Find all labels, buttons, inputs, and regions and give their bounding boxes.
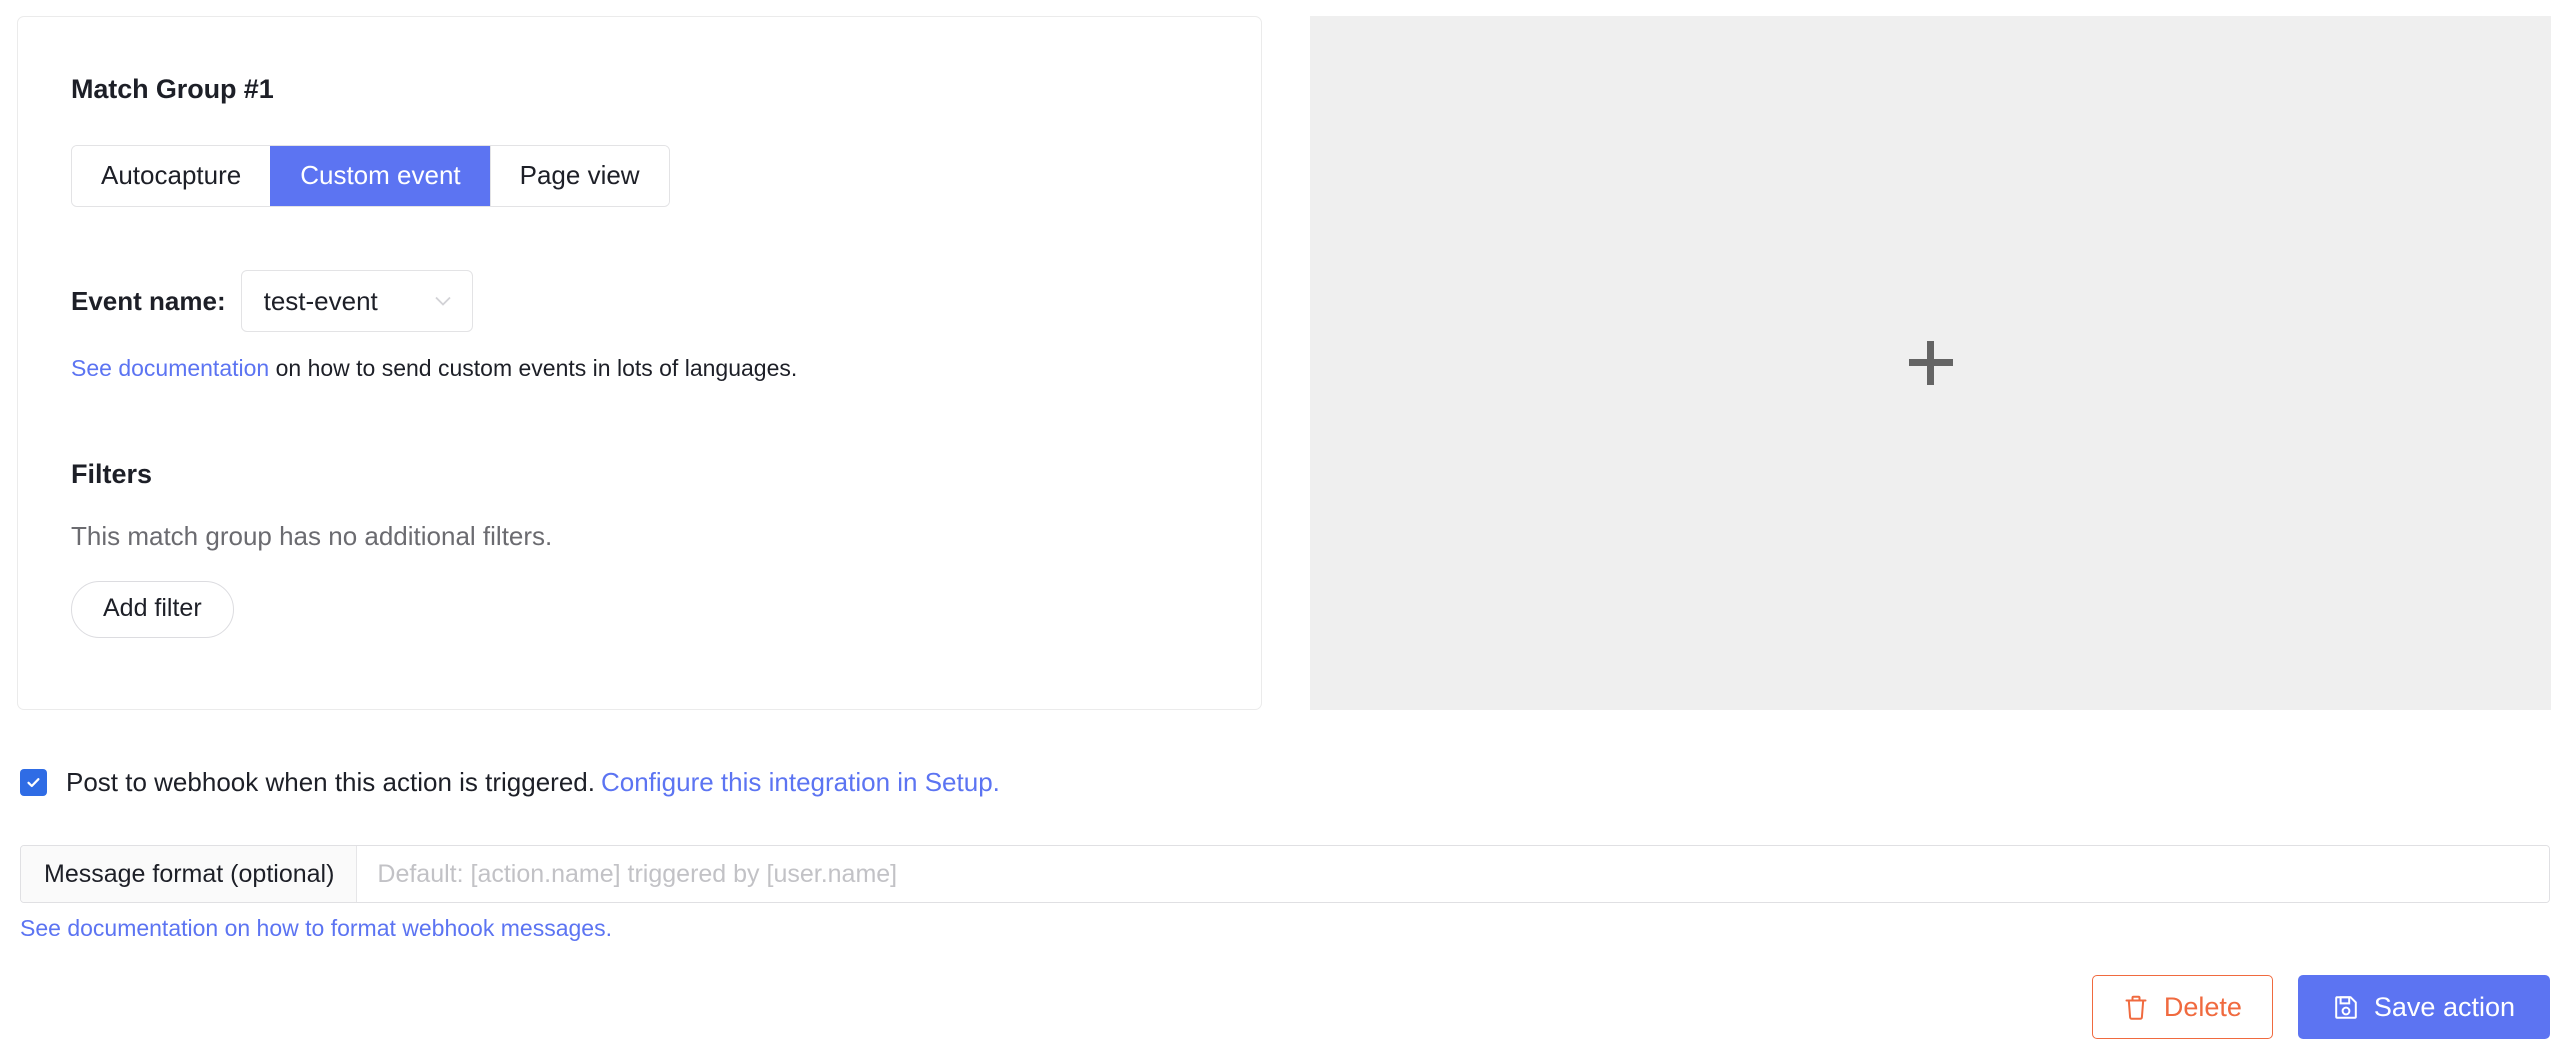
match-group-content: Match Group #1 Autocapture Custom event … <box>18 17 1261 638</box>
preview-panel[interactable] <box>1310 16 2551 710</box>
message-format-group: Message format (optional) <box>20 845 2550 903</box>
footer-actions: Delete Save action <box>2092 975 2550 1039</box>
event-name-select[interactable]: test-event <box>241 270 473 332</box>
webhook-label: Post to webhook when this action is trig… <box>66 767 1000 798</box>
editor-split: Match Group #1 Autocapture Custom event … <box>0 0 2568 712</box>
format-webhook-doc-link[interactable]: See documentation on how to format webho… <box>20 915 612 942</box>
custom-event-doc-line: See documentation on how to send custom … <box>71 354 1261 384</box>
configure-integration-link[interactable]: Configure this integration in Setup. <box>601 767 1000 797</box>
webhook-row: Post to webhook when this action is trig… <box>20 767 1000 798</box>
event-type-tabs: Autocapture Custom event Page view <box>71 145 670 207</box>
save-disk-icon <box>2333 994 2359 1020</box>
see-documentation-rest: on how to send custom events in lots of … <box>269 355 797 381</box>
event-name-row: Event name: test-event <box>71 270 1261 332</box>
tab-autocapture[interactable]: Autocapture <box>72 146 270 206</box>
match-group-card: Match Group #1 Autocapture Custom event … <box>17 16 1262 710</box>
checkmark-icon <box>25 774 42 791</box>
webhook-checkbox[interactable] <box>20 769 47 796</box>
see-documentation-link[interactable]: See documentation <box>71 355 269 381</box>
tab-page-view[interactable]: Page view <box>490 146 669 206</box>
filters-title: Filters <box>71 459 1261 490</box>
action-editor-page: Match Group #1 Autocapture Custom event … <box>0 0 2568 1058</box>
save-action-label: Save action <box>2374 994 2515 1021</box>
event-name-label: Event name: <box>71 286 226 317</box>
trash-icon <box>2123 994 2149 1021</box>
filters-empty-message: This match group has no additional filte… <box>71 521 1261 552</box>
delete-button-label: Delete <box>2164 994 2242 1021</box>
chevron-down-icon <box>432 290 454 312</box>
plus-icon[interactable] <box>1909 341 1953 385</box>
message-format-input[interactable] <box>357 846 2549 902</box>
add-filter-button[interactable]: Add filter <box>71 581 234 638</box>
delete-button[interactable]: Delete <box>2092 975 2273 1039</box>
event-name-value: test-event <box>264 286 378 317</box>
message-format-label: Message format (optional) <box>21 846 357 902</box>
match-group-title: Match Group #1 <box>71 74 1261 105</box>
save-action-button[interactable]: Save action <box>2298 975 2550 1039</box>
tab-custom-event[interactable]: Custom event <box>270 146 489 206</box>
webhook-label-text: Post to webhook when this action is trig… <box>66 767 595 797</box>
